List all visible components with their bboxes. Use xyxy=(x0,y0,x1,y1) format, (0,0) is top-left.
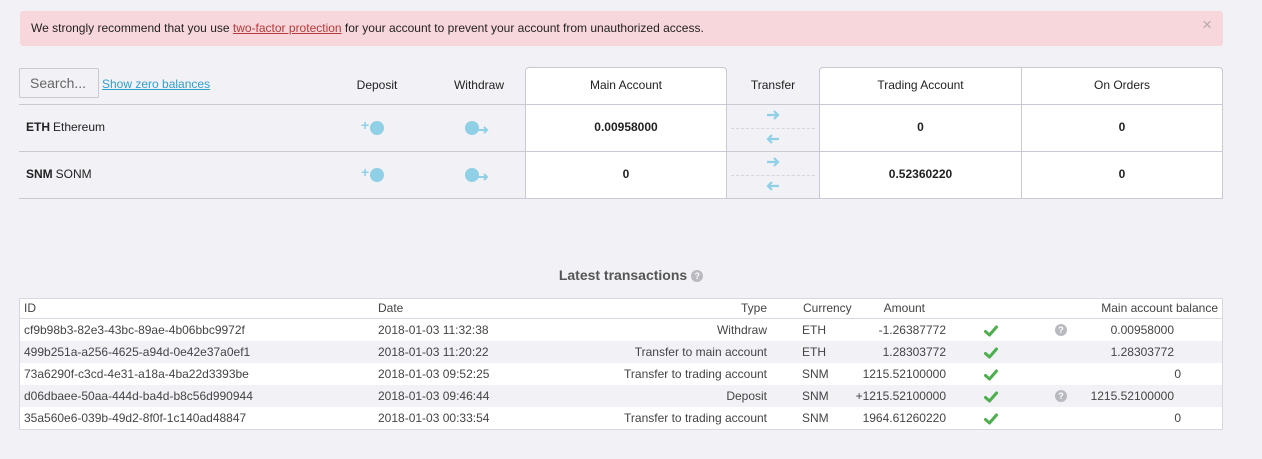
transaction-currency: SNM xyxy=(802,389,829,403)
deposit-icon[interactable]: + xyxy=(361,118,387,136)
currency-name: SONM xyxy=(55,167,92,181)
transactions-title: Latest transactions? xyxy=(0,267,1262,283)
transfer-right-icon[interactable] xyxy=(766,157,780,167)
transaction-amount: 1215.52100000 xyxy=(862,367,946,381)
transfer-left-icon[interactable] xyxy=(766,134,780,144)
withdraw-header: Withdraw xyxy=(453,78,504,92)
transaction-id: cf9b98b3-82e3-43bc-89ae-4b06bbc9972f xyxy=(24,323,245,337)
help-icon[interactable]: ? xyxy=(1055,324,1067,336)
transactions-table: ID Date Type Currency Amount Main accoun… xyxy=(19,298,1223,430)
svg-text:+: + xyxy=(361,165,369,180)
deposit-icon[interactable]: + xyxy=(361,165,387,183)
orders-balance-snm: 0 xyxy=(1118,167,1126,181)
transaction-balance: 1.28303772 xyxy=(1110,345,1174,359)
transaction-type: Deposit xyxy=(726,389,767,403)
table-row: 73a6290f-c3cd-4e31-a18a-4ba22d3393be 2018… xyxy=(20,363,1222,385)
orders-balance-eth: 0 xyxy=(1118,120,1126,134)
transaction-type: Withdraw xyxy=(716,323,767,337)
transaction-balance: 0 xyxy=(1174,367,1181,381)
transactions-title-text: Latest transactions xyxy=(558,267,688,283)
transaction-type: Transfer to trading account xyxy=(624,367,767,381)
main-account-header: Main Account xyxy=(589,78,663,92)
transfer-snm[interactable] xyxy=(727,152,819,198)
main-balance-snm: 0 xyxy=(622,167,630,181)
help-icon[interactable]: ? xyxy=(1055,390,1067,402)
transaction-date: 2018-01-03 11:20:22 xyxy=(378,345,489,359)
date-column-header: Date xyxy=(378,301,404,315)
transfer-left-icon[interactable] xyxy=(766,181,780,191)
transaction-currency: ETH xyxy=(802,345,826,359)
transaction-date: 2018-01-03 11:32:38 xyxy=(378,323,489,337)
balance-row-eth: ETH Ethereum xyxy=(26,120,105,134)
transaction-date: 2018-01-03 00:33:54 xyxy=(378,411,490,425)
transaction-amount: -1.26387772 xyxy=(878,323,946,337)
check-icon xyxy=(984,407,998,432)
transaction-currency: SNM xyxy=(802,367,829,381)
alert-text-suffix: for your account to prevent your account… xyxy=(341,21,704,35)
transaction-balance: 0 xyxy=(1174,411,1181,425)
table-header: ID Date Type Currency Amount Main accoun… xyxy=(20,299,1222,319)
deposit-header: Deposit xyxy=(356,78,398,92)
transaction-currency: ETH xyxy=(802,323,826,337)
transaction-balance: 0.00958000 xyxy=(1110,323,1174,337)
transfer-eth[interactable] xyxy=(727,105,819,151)
trading-balance-eth: 0 xyxy=(917,120,924,134)
two-factor-alert: We strongly recommend that you use two-f… xyxy=(20,11,1223,46)
currency-symbol: SNM xyxy=(26,167,53,181)
type-column-header: Type xyxy=(740,301,767,315)
id-column-header: ID xyxy=(24,301,36,315)
transaction-id: 35a560e6-039b-49d2-8f0f-1c140ad48847 xyxy=(24,411,247,425)
table-row: d06dbaee-50aa-444d-ba4d-b8c56d990944 2018… xyxy=(20,385,1222,407)
table-row: 35a560e6-039b-49d2-8f0f-1c140ad48847 2018… xyxy=(20,407,1222,429)
transaction-balance: 1215.52100000 xyxy=(1090,389,1174,403)
table-row: 499b251a-a256-4625-a94d-0e42e37a0ef1 2018… xyxy=(20,341,1222,363)
transaction-id: d06dbaee-50aa-444d-ba4d-b8c56d990944 xyxy=(24,389,253,403)
withdraw-icon[interactable] xyxy=(464,119,492,137)
transaction-type: Transfer to trading account xyxy=(624,411,767,425)
on-orders-header: On Orders xyxy=(1093,78,1150,92)
help-icon[interactable]: ? xyxy=(691,270,704,283)
currency-column-header: Currency xyxy=(803,301,852,315)
close-icon[interactable]: × xyxy=(1202,11,1212,39)
balance-column-header: Main account balance xyxy=(1101,301,1218,315)
trading-balance-snm: 0.52360220 xyxy=(888,167,953,181)
main-balance-eth: 0.00958000 xyxy=(594,120,658,134)
withdraw-icon[interactable] xyxy=(464,166,492,184)
transaction-currency: SNM xyxy=(802,411,829,425)
transaction-id: 499b251a-a256-4625-a94d-0e42e37a0ef1 xyxy=(24,345,251,359)
transfer-header: Transfer xyxy=(750,78,796,92)
transaction-amount: 1964.61260220 xyxy=(862,411,946,425)
alert-text-prefix: We strongly recommend that you use xyxy=(31,21,233,35)
show-zero-balances-link[interactable]: Show zero balances xyxy=(102,77,210,91)
currency-symbol: ETH xyxy=(26,120,50,134)
search-input[interactable] xyxy=(19,68,99,98)
transaction-id: 73a6290f-c3cd-4e31-a18a-4ba22d3393be xyxy=(24,367,249,381)
svg-text:+: + xyxy=(361,118,369,133)
two-factor-link[interactable]: two-factor protection xyxy=(233,21,342,35)
trading-account-header: Trading Account xyxy=(877,78,964,92)
transfer-right-icon[interactable] xyxy=(766,110,780,120)
transaction-amount: 1.28303772 xyxy=(882,345,946,359)
balance-row-snm: SNM SONM xyxy=(26,167,92,181)
transaction-amount: +1215.52100000 xyxy=(855,389,946,403)
transaction-type: Transfer to main account xyxy=(634,345,767,359)
transaction-date: 2018-01-03 09:46:44 xyxy=(378,389,490,403)
transaction-date: 2018-01-03 09:52:25 xyxy=(378,367,490,381)
currency-name: Ethereum xyxy=(53,120,106,134)
table-row: cf9b98b3-82e3-43bc-89ae-4b06bbc9972f 2018… xyxy=(20,319,1222,341)
amount-column-header: Amount xyxy=(883,301,925,315)
